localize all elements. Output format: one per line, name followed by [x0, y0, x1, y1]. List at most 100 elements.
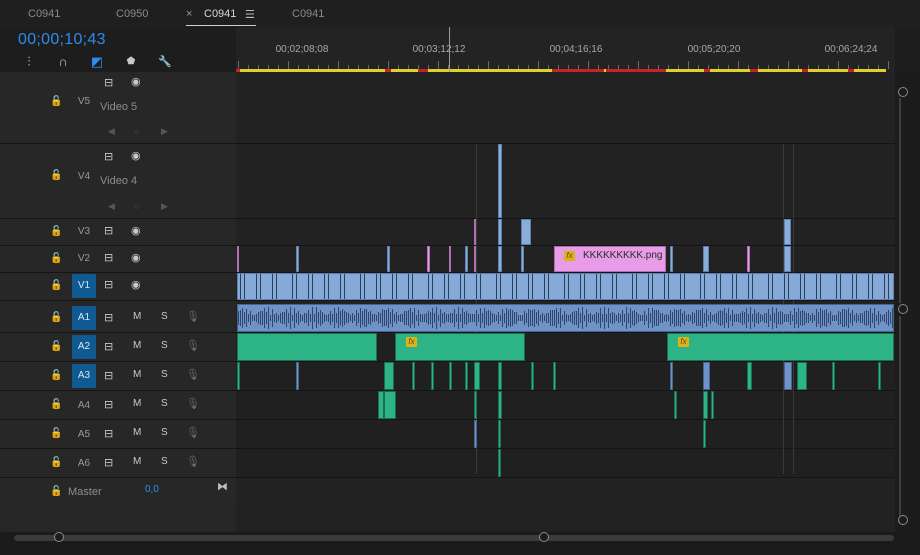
zoom-handle-left[interactable] [54, 532, 64, 542]
lock-icon[interactable]: 🔓 [50, 428, 62, 439]
track-id-v4[interactable]: V4 [72, 171, 96, 182]
next-keyframe-icon[interactable]: ▶ [161, 126, 168, 137]
voiceover-mic-icon[interactable]: 🎙 [186, 455, 200, 468]
lock-icon[interactable]: 🔓 [50, 280, 62, 291]
voiceover-mic-icon[interactable]: 🎙 [186, 310, 200, 323]
video-clip[interactable] [784, 219, 791, 245]
voiceover-mic-icon[interactable]: 🎙 [186, 339, 200, 352]
sync-lock-icon[interactable]: ⊟ [104, 398, 113, 411]
lock-icon[interactable]: 🔓 [50, 312, 62, 323]
add-keyframe-icon[interactable]: ○ [134, 126, 139, 136]
scroll-handle-bottom[interactable] [898, 515, 908, 525]
sync-lock-icon[interactable]: ⊟ [104, 150, 113, 163]
solo-button[interactable]: S [161, 427, 168, 438]
scroll-handle-top[interactable] [898, 87, 908, 97]
track-id-a6[interactable]: A6 [72, 458, 96, 469]
playhead-timecode[interactable]: 00;00;10;43 [18, 31, 106, 49]
sync-lock-icon[interactable]: ⊟ [104, 369, 113, 382]
solo-button[interactable]: S [161, 369, 168, 380]
tab-c0941-active[interactable]: C0941 [204, 8, 236, 20]
lock-icon[interactable]: 🔓 [50, 370, 62, 381]
lane-a6[interactable] [236, 449, 895, 478]
linked-selection-icon[interactable]: ◩ [90, 55, 104, 69]
voiceover-mic-icon[interactable]: 🎙 [186, 397, 200, 410]
track-id-a3[interactable]: A3 [72, 364, 96, 388]
prev-keyframe-icon[interactable]: ◀ [108, 126, 115, 137]
lane-a4[interactable] [236, 391, 895, 420]
video-clip[interactable] [498, 144, 502, 218]
lock-icon[interactable]: 🔓 [50, 486, 62, 497]
mute-button[interactable]: M [133, 456, 141, 467]
tab-c0941-last[interactable]: C0941 [292, 8, 324, 20]
image-clip[interactable] [474, 219, 476, 245]
lock-icon[interactable]: 🔓 [50, 170, 62, 181]
solo-button[interactable]: S [161, 311, 168, 322]
scroll-handle-mid[interactable] [898, 304, 908, 314]
master-volume-value[interactable]: 0,0 [145, 484, 159, 495]
sync-lock-icon[interactable]: ⊟ [104, 224, 113, 237]
track-id-v3[interactable]: V3 [72, 226, 96, 237]
prev-keyframe-icon[interactable]: ◀ [108, 201, 115, 212]
snap-icon[interactable]: ∩ [56, 55, 70, 69]
scroll-track-audio[interactable] [899, 316, 901, 516]
add-marker-icon[interactable]: ⬟ [124, 55, 138, 69]
track-id-v2[interactable]: V2 [72, 253, 96, 264]
lock-icon[interactable]: 🔓 [50, 226, 62, 237]
track-id-a1[interactable]: A1 [72, 306, 96, 330]
fit-sequence-icon[interactable]: ⧓ [217, 480, 228, 493]
next-keyframe-icon[interactable]: ▶ [161, 201, 168, 212]
eye-icon[interactable]: ◉ [131, 224, 141, 237]
video-clip[interactable] [521, 219, 531, 245]
mute-button[interactable]: M [133, 340, 141, 351]
video-clip-v1[interactable] [237, 273, 894, 300]
playhead-line[interactable] [449, 27, 450, 72]
lock-icon[interactable]: 🔓 [50, 457, 62, 468]
solo-button[interactable]: S [161, 398, 168, 409]
sync-lock-icon[interactable]: ⊟ [104, 340, 113, 353]
wrench-icon[interactable]: 🔧 [158, 55, 172, 69]
image-clip-kkkk[interactable]: fx KKKKKKKKK.png [554, 246, 666, 272]
scroll-track-video[interactable] [899, 98, 901, 303]
tab-close-icon[interactable]: × [186, 8, 192, 20]
sync-lock-icon[interactable]: ⊟ [104, 76, 113, 89]
lane-v4[interactable] [236, 144, 895, 219]
lock-icon[interactable]: 🔓 [50, 399, 62, 410]
track-id-a4[interactable]: A4 [72, 400, 96, 411]
track-id-v5[interactable]: V5 [72, 96, 96, 107]
solo-button[interactable]: S [161, 340, 168, 351]
add-keyframe-icon[interactable]: ○ [134, 201, 139, 211]
eye-icon[interactable]: ◉ [131, 75, 141, 88]
insert-tool-icon[interactable]: ⫶ [22, 55, 36, 69]
horizontal-scrollbar[interactable] [14, 535, 894, 541]
tab-c0950[interactable]: C0950 [116, 8, 148, 20]
sync-lock-icon[interactable]: ⊟ [104, 311, 113, 324]
sync-lock-icon[interactable]: ⊟ [104, 278, 113, 291]
audio-clip-a2-3[interactable]: fx [667, 333, 894, 361]
zoom-handle-right[interactable] [539, 532, 549, 542]
lane-a5[interactable] [236, 420, 895, 449]
eye-icon[interactable]: ◉ [131, 278, 141, 291]
solo-button[interactable]: S [161, 456, 168, 467]
voiceover-mic-icon[interactable]: 🎙 [186, 368, 200, 381]
audio-clip-a2-1[interactable] [237, 333, 377, 361]
mute-button[interactable]: M [133, 369, 141, 380]
tab-c0941-first[interactable]: C0941 [28, 8, 60, 20]
audio-clip-a2-2[interactable]: fx [395, 333, 525, 361]
video-clip[interactable] [498, 219, 502, 245]
eye-icon[interactable]: ◉ [131, 149, 141, 162]
lock-icon[interactable]: 🔓 [50, 253, 62, 264]
track-id-v1[interactable]: V1 [72, 274, 96, 298]
track-id-a5[interactable]: A5 [72, 429, 96, 440]
lane-v3[interactable] [236, 219, 895, 246]
mute-button[interactable]: M [133, 311, 141, 322]
sync-lock-icon[interactable]: ⊟ [104, 427, 113, 440]
voiceover-mic-icon[interactable]: 🎙 [186, 426, 200, 439]
lane-v5[interactable] [236, 72, 895, 144]
sync-lock-icon[interactable]: ⊟ [104, 251, 113, 264]
track-id-a2[interactable]: A2 [72, 335, 96, 359]
tab-menu-icon[interactable]: ☰ [245, 8, 255, 21]
time-ruler[interactable]: 00;02;08;08 00;03;12;12 00;04;16;16 00;0… [236, 27, 895, 72]
lock-icon[interactable]: 🔓 [50, 96, 62, 107]
mute-button[interactable]: M [133, 427, 141, 438]
lock-icon[interactable]: 🔓 [50, 341, 62, 352]
